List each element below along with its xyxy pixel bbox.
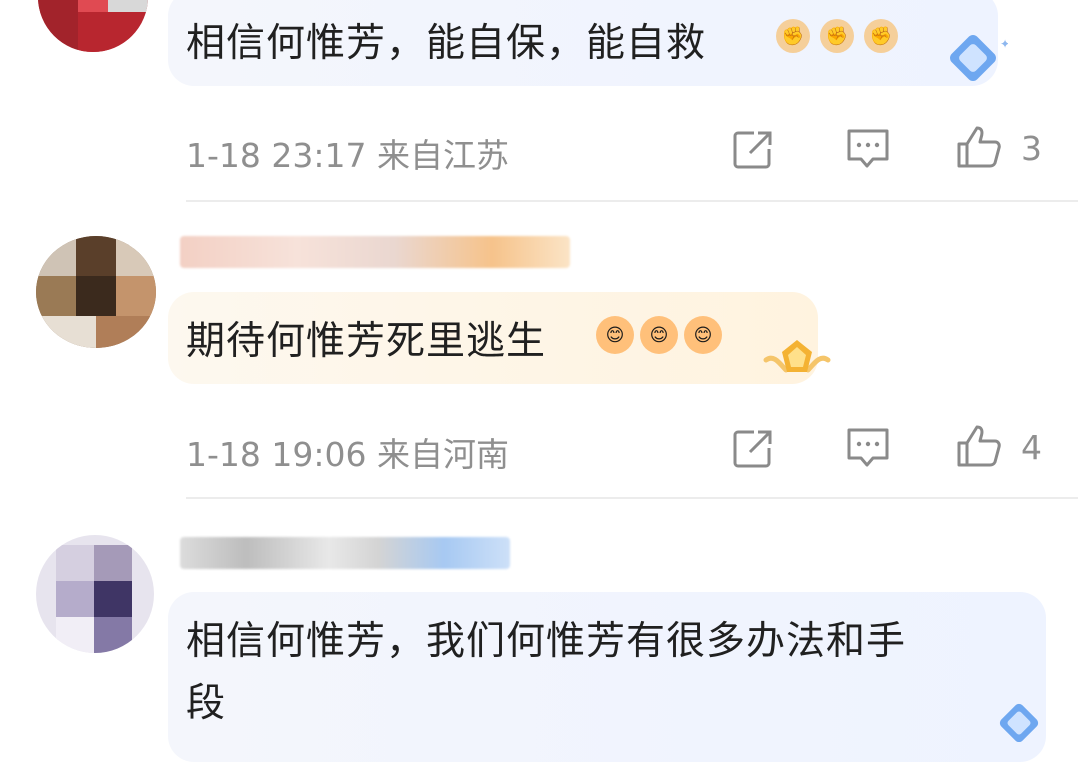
username[interactable]: [180, 537, 510, 569]
comment-text: 段: [186, 681, 227, 726]
like-count: 3: [1021, 129, 1042, 168]
comment-time: 1-18 23:17 来自江苏: [186, 136, 509, 175]
comment-time: 1-18 19:06 来自河南: [186, 435, 509, 474]
comment-text: 期待何惟芳死里逃生: [186, 319, 547, 364]
comment-icon[interactable]: [845, 127, 891, 171]
fortune-emoji-icon: 😊: [684, 316, 722, 354]
comment-location: 来自江苏: [377, 136, 509, 175]
comment-icon[interactable]: [845, 426, 891, 470]
username[interactable]: [180, 236, 570, 268]
divider: [186, 497, 1078, 499]
diamond-badge-icon: [999, 703, 1039, 742]
divider: [186, 200, 1078, 202]
diamond-badge-icon: ✦: [950, 35, 1008, 81]
svg-text:✦: ✦: [1000, 37, 1008, 51]
thumbs-up-icon[interactable]: [955, 124, 1003, 170]
fist-emoji-icon: ✊: [820, 19, 854, 53]
gold-badge-icon: [763, 340, 831, 373]
avatar[interactable]: [38, 0, 148, 52]
share-icon[interactable]: [730, 426, 776, 472]
comment-text: 相信何惟芳，能自保，能自救: [186, 21, 707, 66]
avatar[interactable]: [36, 236, 156, 348]
share-icon[interactable]: [730, 127, 776, 173]
fortune-emoji-icon: 😊: [596, 316, 634, 354]
fist-emoji-icon: ✊: [776, 19, 810, 53]
thumbs-up-icon[interactable]: [955, 423, 1003, 469]
comment-location: 来自河南: [377, 435, 509, 474]
avatar[interactable]: [36, 535, 154, 653]
fortune-emoji-icon: 😊: [640, 316, 678, 354]
like-count: 4: [1021, 428, 1042, 467]
comment-text: 相信何惟芳，我们何惟芳有很多办法和手: [186, 619, 907, 664]
fist-emoji-icon: ✊: [864, 19, 898, 53]
